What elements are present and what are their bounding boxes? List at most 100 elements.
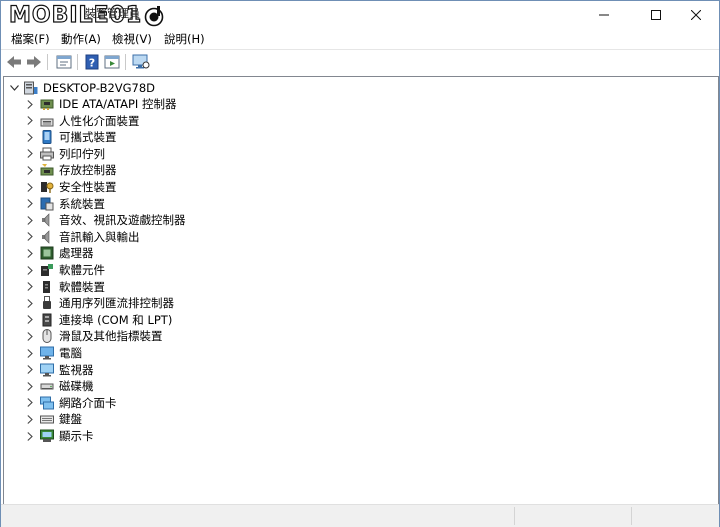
tree-category[interactable]: 網路介面卡 <box>24 395 117 411</box>
display-adapter-icon <box>40 429 54 443</box>
menu-help[interactable]: 說明(H) <box>164 31 205 47</box>
chevron-right-icon[interactable] <box>24 295 36 311</box>
tree-category[interactable]: 處理器 <box>24 245 94 261</box>
system-device-icon <box>40 197 54 211</box>
chevron-right-icon[interactable] <box>24 312 36 328</box>
help-icon: ? <box>85 54 99 70</box>
chevron-right-icon[interactable] <box>24 411 36 427</box>
minimize-icon <box>599 14 609 16</box>
chevron-right-icon[interactable] <box>24 229 36 245</box>
title-bar[interactable]: MOBILE01 裝置管理員 <box>1 1 719 29</box>
storage-controller-icon <box>40 163 54 177</box>
monitor-icon <box>40 363 54 377</box>
software-component-icon <box>40 263 54 277</box>
portable-device-icon <box>40 130 54 145</box>
chevron-right-icon[interactable] <box>24 345 36 361</box>
chevron-right-icon[interactable] <box>24 196 36 212</box>
chevron-right-icon[interactable] <box>24 428 36 444</box>
chevron-right-icon[interactable] <box>24 378 36 394</box>
usb-icon <box>40 296 54 310</box>
chevron-right-icon[interactable] <box>24 262 36 278</box>
ide-controller-icon <box>40 97 54 111</box>
chevron-right-icon[interactable] <box>24 212 36 228</box>
status-divider <box>631 507 632 525</box>
menu-file[interactable]: 檔案(F) <box>11 31 50 47</box>
tree-category-label: 軟體元件 <box>59 263 105 277</box>
tree-category[interactable]: 可攜式裝置 <box>24 129 117 145</box>
security-device-icon <box>40 180 54 194</box>
processor-icon <box>40 246 54 260</box>
tree-category[interactable]: 滑鼠及其他指標裝置 <box>24 328 163 344</box>
tree-category-label: 列印佇列 <box>59 146 105 161</box>
port-icon <box>40 313 54 327</box>
disk-drive-icon <box>40 379 54 393</box>
chevron-right-icon[interactable] <box>24 146 36 162</box>
close-icon <box>691 10 701 20</box>
tree-category[interactable]: 安全性裝置 <box>24 179 117 195</box>
tree-category[interactable]: 軟體裝置 <box>24 279 105 295</box>
tree-category-label: 監視器 <box>59 362 94 377</box>
tree-category-label: 滑鼠及其他指標裝置 <box>59 329 163 344</box>
tree-category[interactable]: 列印佇列 <box>24 146 105 162</box>
chevron-right-icon[interactable] <box>24 162 36 178</box>
forward-button[interactable] <box>25 53 43 71</box>
chevron-right-icon[interactable] <box>24 362 36 378</box>
software-device-icon <box>40 280 54 294</box>
tree-category-label: 音訊輸入與輸出 <box>59 229 140 244</box>
chevron-down-icon[interactable] <box>8 80 20 96</box>
keyboard-icon <box>40 412 54 426</box>
tree-category[interactable]: 音效、視訊及遊戲控制器 <box>24 212 186 228</box>
tree-category[interactable]: 人性化介面裝置 <box>24 113 140 129</box>
back-arrow-icon <box>7 56 21 68</box>
tree-category[interactable]: 系統裝置 <box>24 196 105 212</box>
toolbar-separator <box>125 54 126 70</box>
chevron-right-icon[interactable] <box>24 245 36 261</box>
tree-category-label: 磁碟機 <box>59 379 94 394</box>
help-button[interactable]: ? <box>83 53 101 71</box>
tree-category[interactable]: 軟體元件 <box>24 262 105 278</box>
minimize-button[interactable] <box>581 1 627 29</box>
back-button[interactable] <box>5 53 23 71</box>
tree-category-label: 人性化介面裝置 <box>59 113 140 128</box>
run-icon <box>104 55 120 69</box>
tree-category-label: 通用序列匯流排控制器 <box>59 296 174 311</box>
chevron-right-icon[interactable] <box>24 328 36 344</box>
tree-category-label: 顯示卡 <box>59 429 94 443</box>
maximize-icon <box>651 10 661 20</box>
menu-action[interactable]: 動作(A) <box>61 31 101 47</box>
monitor-icon <box>132 54 150 69</box>
properties-button[interactable] <box>55 53 73 71</box>
forward-arrow-icon <box>27 56 41 68</box>
scan-hardware-button[interactable] <box>132 53 150 71</box>
toolbar-separator <box>47 54 48 70</box>
chevron-right-icon[interactable] <box>24 96 36 112</box>
tree-category[interactable]: IDE ATA/ATAPI 控制器 <box>24 96 176 112</box>
audio-io-icon <box>40 230 54 244</box>
tree-category[interactable]: 磁碟機 <box>24 378 94 394</box>
computer-name: DESKTOP-B2VG78D <box>43 81 156 95</box>
chevron-right-icon[interactable] <box>24 395 36 411</box>
tree-category-label: 電腦 <box>59 346 82 360</box>
properties-icon <box>56 55 72 69</box>
tree-category[interactable]: 存放控制器 <box>24 162 117 178</box>
tree-category[interactable]: 鍵盤 <box>24 411 82 427</box>
toolbar: ? <box>1 49 719 74</box>
tree-category-label: 可攜式裝置 <box>59 130 117 145</box>
tree-category[interactable]: 音訊輸入與輸出 <box>24 229 140 245</box>
run-button[interactable] <box>103 53 121 71</box>
chevron-right-icon[interactable] <box>24 129 36 145</box>
device-tree[interactable]: DESKTOP-B2VG78D IDE ATA/ATAPI 控制器 人性化介面裝置… <box>3 76 719 505</box>
status-bar <box>1 504 719 527</box>
tree-category[interactable]: 監視器 <box>24 362 94 378</box>
tree-category[interactable]: 顯示卡 <box>24 428 94 444</box>
close-button[interactable] <box>673 1 719 29</box>
tree-category[interactable]: 通用序列匯流排控制器 <box>24 295 174 311</box>
chevron-right-icon[interactable] <box>24 179 36 195</box>
tree-category[interactable]: 電腦 <box>24 345 82 361</box>
chevron-right-icon[interactable] <box>24 113 36 129</box>
tree-category[interactable]: 連接埠 (COM 和 LPT) <box>24 312 172 328</box>
tree-root[interactable]: DESKTOP-B2VG78D <box>8 80 155 96</box>
chevron-right-icon[interactable] <box>24 279 36 295</box>
menu-view[interactable]: 檢視(V) <box>112 31 152 47</box>
printer-icon <box>40 147 54 161</box>
